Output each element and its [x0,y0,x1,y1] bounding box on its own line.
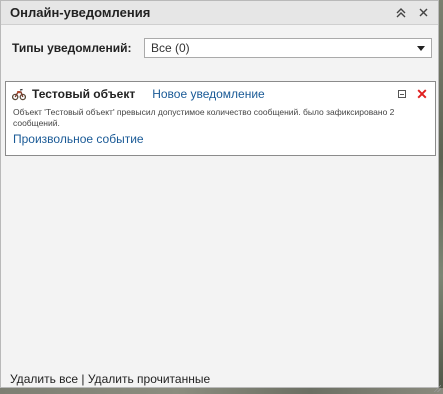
delete-read-link[interactable]: Удалить прочитанные [88,372,210,386]
notification-card: Тестовый объект Новое уведомление ✕ Объе… [5,81,436,156]
notification-type-select[interactable]: Все (0) [144,38,432,58]
resize-handle[interactable] [433,384,441,392]
select-value: Все (0) [151,41,190,55]
notification-header: Тестовый объект Новое уведомление ✕ [6,86,435,102]
delete-all-link[interactable]: Удалить все [10,372,78,386]
footer-separator: | [81,372,85,386]
notification-message: Объект 'Тестовый объект' превысил допуст… [13,107,395,128]
filter-label: Типы уведомлений: [12,41,132,55]
double-chevron-up-icon[interactable] [392,4,410,22]
minimize-icon[interactable] [395,87,409,101]
chevron-down-icon [417,45,425,51]
notification-type-filter: Типы уведомлений: Все (0) [1,37,438,59]
notification-type-link[interactable]: Новое уведомление [152,87,395,101]
event-link[interactable]: Произвольное событие [6,132,435,146]
panel-title: Онлайн-уведомления [10,5,151,20]
notifications-panel: Онлайн-уведомления Типы уведомлений: Все… [0,0,439,388]
delete-notification-icon[interactable]: ✕ [415,87,429,101]
map-background-edge [0,388,443,394]
close-icon[interactable] [414,4,432,22]
panel-titlebar[interactable]: Онлайн-уведомления [1,1,438,25]
panel-footer: Удалить все | Удалить прочитанные [10,372,210,386]
motorcycle-icon [12,88,26,101]
map-background-edge [439,0,443,394]
object-name: Тестовый объект [32,87,136,101]
